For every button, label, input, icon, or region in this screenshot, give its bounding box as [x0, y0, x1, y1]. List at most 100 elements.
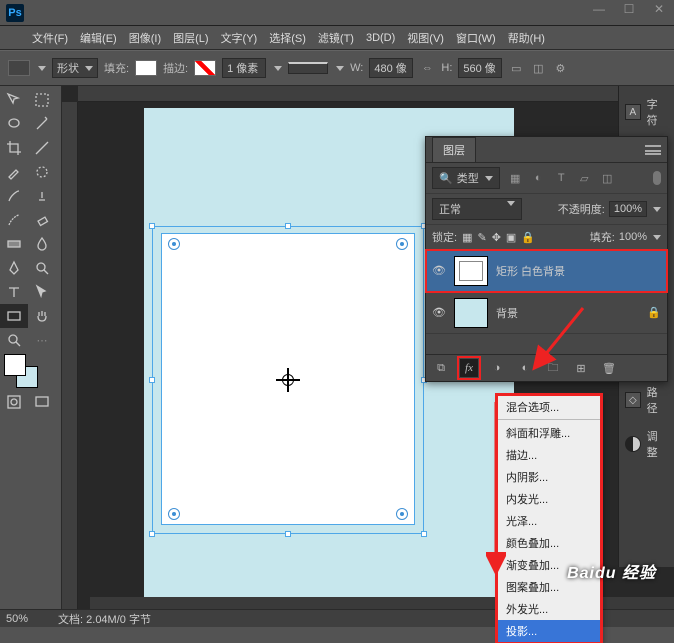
- lock-artboard-icon[interactable]: ▣: [506, 231, 516, 244]
- stroke-width-input[interactable]: 1 像素: [222, 58, 266, 78]
- lock-image-icon[interactable]: ✎: [477, 231, 486, 244]
- zoom-tool[interactable]: [0, 328, 28, 352]
- menu-bevel[interactable]: 斜面和浮雕...: [498, 422, 600, 444]
- menu-filter[interactable]: 滤镜(T): [314, 28, 358, 48]
- foreground-color-swatch[interactable]: [4, 354, 26, 376]
- paths-panel-tab[interactable]: ◇路径: [619, 378, 674, 422]
- menu-window[interactable]: 窗口(W): [452, 28, 500, 48]
- move-tool[interactable]: [0, 88, 28, 112]
- transform-handle[interactable]: [285, 223, 291, 229]
- close-button[interactable]: ✕: [644, 0, 674, 18]
- filter-image-icon[interactable]: ▦: [508, 171, 523, 186]
- ruler-horizontal[interactable]: [78, 86, 674, 102]
- lock-position-icon[interactable]: ✥: [492, 231, 501, 244]
- menu-select[interactable]: 选择(S): [265, 28, 310, 48]
- menu-image[interactable]: 图像(I): [125, 28, 165, 48]
- wand-tool[interactable]: [28, 112, 56, 136]
- panel-menu-icon[interactable]: [645, 145, 661, 155]
- menu-satin[interactable]: 光泽...: [498, 510, 600, 532]
- quickmask-tool[interactable]: [0, 390, 28, 414]
- zoom-level[interactable]: 50%: [6, 613, 28, 625]
- layer-thumbnail[interactable]: [454, 298, 488, 328]
- layers-panel-tab[interactable]: 图层: [432, 137, 476, 162]
- fill-opacity-input[interactable]: 100%: [619, 231, 647, 243]
- eraser-tool[interactable]: [28, 208, 56, 232]
- menu-layer[interactable]: 图层(L): [169, 28, 212, 48]
- link-wh-icon[interactable]: ⇔: [419, 60, 435, 76]
- opacity-input[interactable]: 100%: [609, 201, 647, 217]
- ruler-vertical[interactable]: [62, 102, 78, 609]
- minimize-button[interactable]: —: [584, 0, 614, 18]
- marquee-tool[interactable]: [28, 88, 56, 112]
- transform-handle[interactable]: [149, 377, 155, 383]
- pathops-icon[interactable]: ◫: [530, 60, 546, 76]
- menu-blending-options[interactable]: 混合选项...: [498, 396, 600, 420]
- transform-bounding-box[interactable]: [152, 226, 424, 534]
- menu-inner-glow[interactable]: 内发光...: [498, 488, 600, 510]
- gear-icon[interactable]: ⚙: [552, 60, 568, 76]
- stroke-style-dropdown[interactable]: [288, 62, 328, 74]
- menu-3d[interactable]: 3D(D): [362, 30, 399, 46]
- layer-name[interactable]: 矩形 白色背景: [496, 263, 661, 279]
- link-layers-button[interactable]: ⧉: [432, 359, 450, 377]
- filter-shape-icon[interactable]: ▱: [577, 171, 592, 186]
- pen-tool[interactable]: [0, 256, 28, 280]
- slice-tool[interactable]: [28, 136, 56, 160]
- lasso-tool[interactable]: [0, 112, 28, 136]
- adjustment-layer-button[interactable]: ◐: [516, 359, 534, 377]
- stamp-tool[interactable]: [28, 184, 56, 208]
- filter-smart-icon[interactable]: ◫: [600, 171, 615, 186]
- transform-handle[interactable]: [421, 531, 427, 537]
- layer-name[interactable]: 背景: [496, 305, 639, 321]
- group-button[interactable]: 🗀: [544, 359, 562, 377]
- mask-button[interactable]: ◑: [488, 359, 506, 377]
- transform-handle[interactable]: [149, 223, 155, 229]
- menu-edit[interactable]: 编辑(E): [76, 28, 121, 48]
- path-select-tool[interactable]: [28, 280, 56, 304]
- screenmode-tool[interactable]: [28, 390, 56, 414]
- menu-stroke[interactable]: 描边...: [498, 444, 600, 466]
- visibility-icon[interactable]: 👁: [432, 264, 446, 278]
- shape-mode-dropdown[interactable]: 形状: [52, 58, 98, 78]
- menu-outer-glow[interactable]: 外发光...: [498, 598, 600, 620]
- menu-drop-shadow[interactable]: 投影...: [498, 620, 600, 642]
- transform-handle[interactable]: [285, 531, 291, 537]
- fx-button[interactable]: fx: [460, 359, 478, 377]
- history-brush-tool[interactable]: [0, 208, 28, 232]
- edit-toolbar[interactable]: ⋯: [28, 328, 56, 352]
- dodge-tool[interactable]: [28, 256, 56, 280]
- layer-thumbnail[interactable]: [454, 256, 488, 286]
- stroke-swatch[interactable]: [194, 60, 216, 76]
- maximize-button[interactable]: ☐: [614, 0, 644, 18]
- blend-mode-dropdown[interactable]: 正常: [432, 198, 522, 220]
- filter-type-dropdown[interactable]: 🔍类型: [432, 167, 500, 189]
- adjustments-panel-tab[interactable]: 调整: [619, 422, 674, 466]
- menu-color-overlay[interactable]: 颜色叠加...: [498, 532, 600, 554]
- gradient-tool[interactable]: [0, 232, 28, 256]
- type-tool[interactable]: [0, 280, 28, 304]
- menu-file[interactable]: 文件(F): [28, 28, 72, 48]
- transform-pivot[interactable]: [279, 371, 297, 389]
- lock-transparent-icon[interactable]: ▦: [462, 231, 472, 244]
- transform-handle[interactable]: [149, 531, 155, 537]
- blur-tool[interactable]: [28, 232, 56, 256]
- filter-toggle[interactable]: [653, 171, 661, 185]
- tool-preset[interactable]: [8, 60, 30, 76]
- eyedropper-tool[interactable]: [0, 160, 28, 184]
- align-icon[interactable]: ▭: [508, 60, 524, 76]
- menu-help[interactable]: 帮助(H): [504, 28, 549, 48]
- delete-layer-button[interactable]: 🗑: [600, 359, 618, 377]
- hand-tool[interactable]: [28, 304, 56, 328]
- patch-tool[interactable]: [28, 160, 56, 184]
- menu-view[interactable]: 视图(V): [403, 28, 448, 48]
- character-panel-tab[interactable]: A字符: [619, 90, 674, 134]
- height-input[interactable]: 560 像: [458, 58, 502, 78]
- visibility-icon[interactable]: 👁: [432, 306, 446, 320]
- crop-tool[interactable]: [0, 136, 28, 160]
- filter-adjust-icon[interactable]: ◐: [531, 171, 546, 186]
- layer-item[interactable]: 👁 背景 🔒: [426, 292, 667, 334]
- document-info[interactable]: 文档: 2.04M/0 字节: [58, 611, 151, 627]
- layer-item[interactable]: 👁 矩形 白色背景: [426, 250, 667, 292]
- brush-tool[interactable]: [0, 184, 28, 208]
- rectangle-tool[interactable]: [0, 304, 28, 328]
